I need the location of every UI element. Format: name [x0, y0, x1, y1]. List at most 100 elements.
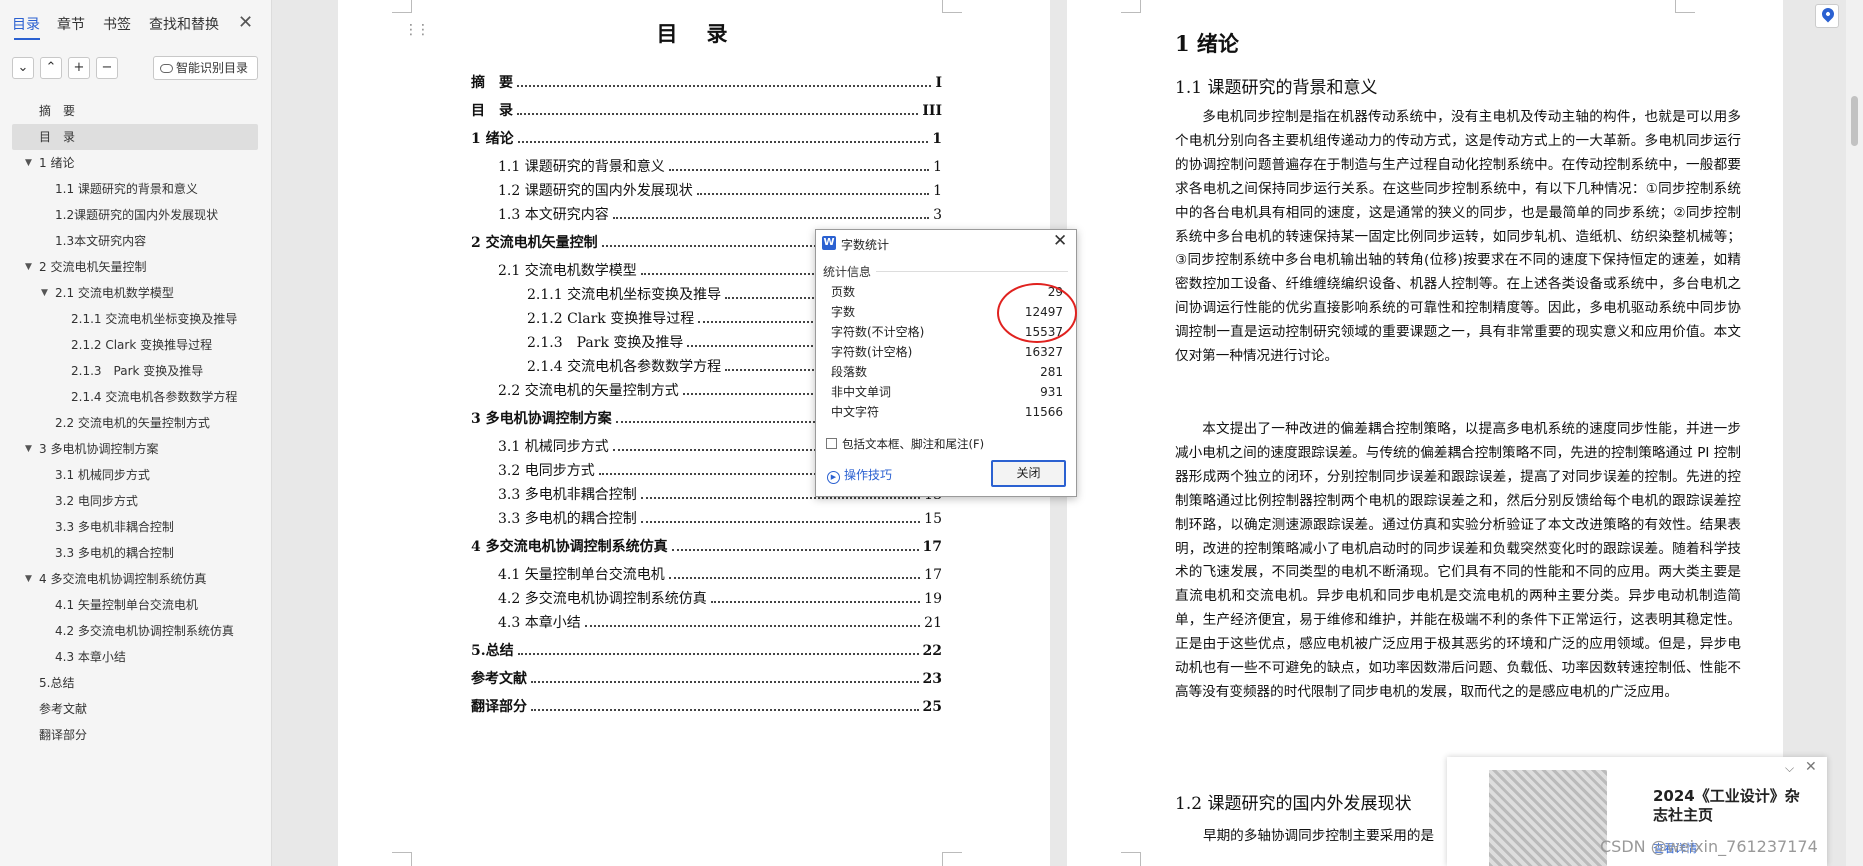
nav-tree-item[interactable]: 1.3本文研究内容: [0, 228, 272, 254]
nav-tree-item[interactable]: 3.3 多电机非耦合控制: [0, 514, 272, 540]
toc-entry-label: 3.3 多电机的耦合控制: [498, 511, 637, 527]
plus-icon: +: [73, 60, 85, 75]
nav-tree-item[interactable]: ▼ 1 绪论: [0, 150, 272, 176]
nav-tree-item[interactable]: 3.3 多电机的耦合控制: [0, 540, 272, 566]
toc-entry[interactable]: 1.3 本文研究内容 3: [498, 204, 942, 224]
expand-arrow-icon[interactable]: ▼: [25, 150, 32, 176]
nav-tree-item[interactable]: 翻译部分: [0, 722, 272, 748]
statistic-label: 页数: [831, 285, 856, 299]
nav-tree-item[interactable]: 2.1.2 Clark 变换推导过程: [0, 332, 272, 358]
toc-entry-label: 5.总结: [471, 643, 514, 659]
vertical-scrollbar[interactable]: [1846, 0, 1863, 866]
section-heading: 1.1 课题研究的背景和意义: [1175, 78, 1378, 98]
chapter-heading: 1 绪论: [1175, 31, 1239, 56]
panel-close-icon[interactable]: ✕: [238, 12, 253, 33]
tab-find-replace[interactable]: 查找和替换: [149, 14, 219, 34]
toc-entry[interactable]: 4.2 多交流电机协调控制系统仿真 19: [498, 588, 942, 608]
add-entry-button[interactable]: +: [68, 57, 90, 79]
nav-tree-item[interactable]: 摘 要: [0, 98, 272, 124]
nav-tree-item[interactable]: 2.1.4 交流电机各参数数学方程: [0, 384, 272, 410]
statistic-value: 281: [1040, 365, 1063, 379]
page-corner-mark: [942, 0, 962, 13]
toc-entry-label: 2.1.3 Park 变换及推导: [527, 335, 684, 351]
nav-tree-item[interactable]: 1.2课题研究的国内外发展现状: [0, 202, 272, 228]
expand-all-button[interactable]: ⌃: [40, 57, 62, 79]
toc-entry-page: 15: [924, 511, 942, 527]
nav-tree-item[interactable]: ▼ 2 交流电机矢量控制: [0, 254, 272, 280]
ad-title[interactable]: 2024《工业设计》杂志社主页: [1653, 787, 1813, 825]
toc-dot-leader: [640, 513, 921, 523]
toc-entry[interactable]: 1.2 课题研究的国内外发展现状 1: [498, 180, 942, 200]
tips-link[interactable]: ▶ 操作技巧: [827, 466, 892, 484]
nav-tree-item[interactable]: 4.2 多交流电机协调控制系统仿真: [0, 618, 272, 644]
nav-tree-item[interactable]: 4.3 本章小结: [0, 644, 272, 670]
close-dialog-button[interactable]: 关闭: [991, 460, 1066, 487]
expand-arrow-icon[interactable]: ▼: [25, 566, 32, 592]
dialog-close-icon[interactable]: ✕: [1053, 231, 1067, 251]
nav-tree-item[interactable]: 4.1 矢量控制单台交流电机: [0, 592, 272, 618]
toc-entry-page: 17: [924, 567, 942, 583]
location-pin-icon[interactable]: [1815, 4, 1839, 28]
nav-tree-item[interactable]: ▼ 3 多电机协调控制方案: [0, 436, 272, 462]
checkbox-box[interactable]: [826, 438, 837, 449]
statistic-value: 11566: [1024, 405, 1063, 419]
nav-tree-item-label: 目 录: [39, 130, 76, 144]
ad-close-icon[interactable]: ✕: [1805, 759, 1817, 775]
toc-entry[interactable]: 摘 要I: [471, 72, 942, 92]
nav-tree-item[interactable]: 1.1 课题研究的背景和意义: [0, 176, 272, 202]
page-corner-mark: [1675, 0, 1695, 13]
tab-toc[interactable]: 目录: [12, 14, 40, 34]
nav-tree-item[interactable]: 2.1.3 Park 变换及推导: [0, 358, 272, 384]
toc-entry-page: 19: [924, 591, 942, 607]
nav-tree-item[interactable]: 2.2 交流电机的矢量控制方式: [0, 410, 272, 436]
toc-entry[interactable]: 4.1 矢量控制单台交流电机 17: [498, 564, 942, 584]
nav-tree-item[interactable]: 5.总结: [0, 670, 272, 696]
toc-entry[interactable]: 5.总结 22: [471, 640, 942, 660]
toc-dot-leader: [710, 593, 921, 603]
nav-tree-item-label: 2.1.2 Clark 变换推导过程: [71, 338, 213, 352]
nav-tree-item[interactable]: 参考文献: [0, 696, 272, 722]
nav-tree-item-label: 1.2课题研究的国内外发展现状: [55, 208, 219, 222]
tab-chapters[interactable]: 章节: [57, 14, 85, 34]
toc-entry[interactable]: 4.3 本章小结 21: [498, 612, 942, 632]
scrollbar-thumb[interactable]: [1851, 96, 1858, 146]
toc-dot-leader: [696, 185, 930, 195]
smart-detect-toc-button[interactable]: 智能识别目录: [153, 56, 258, 80]
expand-arrow-icon[interactable]: ▼: [41, 280, 48, 306]
toc-entry[interactable]: 1.1 课题研究的背景和意义 1: [498, 156, 942, 176]
toc-entry-page: 23: [922, 671, 942, 687]
nav-tree-item[interactable]: 3.1 机械同步方式: [0, 462, 272, 488]
toc-dot-leader: [584, 617, 921, 627]
toc-entry[interactable]: 1 绪论 1: [471, 128, 942, 148]
toc-entry-label: 2.1 交流电机数学模型: [498, 263, 637, 279]
toc-dot-leader: [612, 209, 930, 219]
nav-tree-item-label: 2.2 交流电机的矢量控制方式: [55, 416, 210, 430]
nav-tree-item[interactable]: 目 录: [12, 124, 258, 150]
nav-tree-item[interactable]: ▼ 4 多交流电机协调控制系统仿真: [0, 566, 272, 592]
remove-entry-button[interactable]: −: [96, 57, 118, 79]
toc-entry-label: 4.2 多交流电机协调控制系统仿真: [498, 591, 707, 607]
ad-minimize-icon[interactable]: ⌵: [1785, 761, 1794, 776]
include-textbox-footnotes-checkbox[interactable]: 包括文本框、脚注和尾注(F): [826, 436, 984, 452]
expand-arrow-icon[interactable]: ▼: [25, 436, 32, 462]
toc-entry[interactable]: 4 多交流电机协调控制系统仿真 17: [471, 536, 942, 556]
nav-tree-item-label: 3.3 多电机非耦合控制: [55, 520, 174, 534]
nav-tree-item-label: 2.1.1 交流电机坐标变换及推导: [71, 312, 238, 326]
toc-dot-leader: [668, 569, 921, 579]
toc-entry[interactable]: 目 录 III: [471, 100, 942, 120]
tab-bookmarks[interactable]: 书签: [103, 14, 131, 34]
toc-entry[interactable]: 3.3 多电机的耦合控制 15: [498, 508, 942, 528]
nav-tree-item[interactable]: 2.1.1 交流电机坐标变换及推导: [0, 306, 272, 332]
toc-entry-label: 2.1.4 交流电机各参数数学方程: [527, 359, 722, 375]
nav-tree-item[interactable]: 3.2 电同步方式: [0, 488, 272, 514]
toc-entry[interactable]: 翻译部分 25: [471, 696, 942, 716]
toc-entry-label: 1.1 课题研究的背景和意义: [498, 159, 665, 175]
collapse-all-button[interactable]: ⌄: [12, 57, 34, 79]
ad-image[interactable]: [1489, 770, 1607, 866]
nav-tree-item[interactable]: ▼ 2.1 交流电机数学模型: [0, 280, 272, 306]
statistic-label: 字数: [831, 305, 856, 319]
expand-arrow-icon[interactable]: ▼: [25, 254, 32, 280]
toc-entry[interactable]: 参考文献 23: [471, 668, 942, 688]
smart-detect-label: 智能识别目录: [176, 61, 249, 75]
toc-dot-leader: [517, 105, 919, 115]
